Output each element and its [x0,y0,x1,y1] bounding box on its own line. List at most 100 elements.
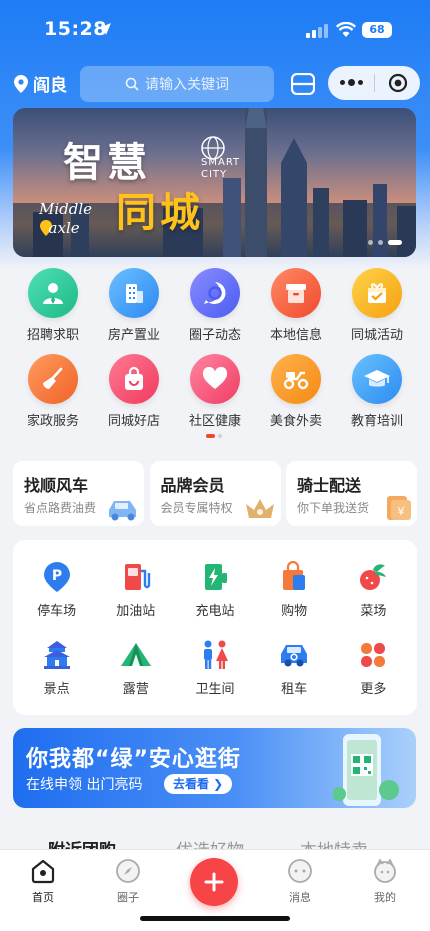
graduation-cap-icon [352,354,402,404]
card-membership[interactable]: 品牌会员 会员专属特权 [149,461,281,526]
rental-car-icon [281,645,308,667]
card-delivery[interactable]: 骑士配送 你下单我送货 ¥ [286,461,417,526]
card-title: 品牌会员 [160,476,225,495]
hero-banner[interactable]: 智慧 同城 SMART CITY Middle axle [13,108,416,257]
grid-item-circle[interactable]: 圈子动态 [175,268,255,354]
battery-indicator: 68 [362,22,392,38]
compass-icon [116,859,140,883]
grid-item-education[interactable]: 教育培训 [337,354,417,440]
close-miniprogram-icon[interactable] [375,73,420,93]
temple-icon [43,641,70,669]
grid-label: 招聘求职 [26,328,79,343]
tab-mine[interactable]: 我的 [355,858,415,905]
service-label: 菜场 [360,604,387,619]
card-title: 找顺风车 [24,476,89,495]
crown-icon [245,499,274,518]
grid-item-localinfo[interactable]: 本地信息 [256,268,336,354]
card-carpool[interactable]: 找顺风车 省点路费油费 [13,461,144,526]
service-car-rental[interactable]: 租车 [258,638,330,697]
grid-label: 美食外卖 [269,414,322,429]
grid-label: 同城活动 [350,328,403,343]
tab-home[interactable]: 首页 [13,858,73,905]
service-camping[interactable]: 露营 [100,638,172,697]
service-gas[interactable]: 加油站 [100,560,172,619]
grid-label: 家政服务 [26,414,79,429]
grid-item-realestate[interactable]: 房产置业 [94,268,174,354]
grid-item-jobs[interactable]: 招聘求职 [13,268,93,354]
shopping-icon [283,561,306,590]
tab-circle[interactable]: 圈子 [98,858,158,905]
service-restroom[interactable]: 卫生间 [179,638,251,697]
grid-label: 圈子动态 [188,328,241,343]
location-arrow-icon [99,23,111,35]
broom-icon [28,354,78,404]
service-shopping[interactable]: 购物 [258,560,330,619]
banner-city-label: CITY [201,169,228,180]
grid-label: 同城好店 [107,414,160,429]
service-parking[interactable]: P 停车场 [21,560,93,619]
service-label: 景点 [43,682,70,697]
gas-station-icon [124,564,150,590]
coupon-icon: ¥ [387,496,411,520]
home-icon [31,859,55,884]
location-pin-icon [14,74,28,93]
tab-messages[interactable]: 消息 [270,858,330,905]
grid-label: 房产置业 [107,328,160,343]
grid-item-housekeeping[interactable]: 家政服务 [13,354,93,440]
grid-item-goodshops[interactable]: 同城好店 [94,354,174,440]
service-more[interactable]: 更多 [337,638,409,697]
grid-label: 本地信息 [269,328,322,343]
svg-text:¥: ¥ [398,505,405,518]
more-options-icon[interactable] [328,79,374,86]
promo-subline: 在线申领 出门亮码 [26,777,143,793]
service-scenic[interactable]: 景点 [21,638,93,697]
shopping-bag-icon [109,354,159,404]
category-grid: 招聘求职 房产置业 圈子动态 本地信息 同城活动 家政服务 同城好店 社区健康 … [13,268,417,440]
charging-station-icon [204,564,227,590]
service-label: 购物 [281,604,308,619]
qr-code-phone-icon [333,734,399,806]
grid-label: 教育培训 [350,414,403,429]
heart-icon [190,354,240,404]
user-face-icon [374,858,396,883]
promo-cards: 找顺风车 省点路费油费 品牌会员 会员专属特权 骑士配送 你下单我送货 ¥ [13,461,417,526]
green-code-banner[interactable]: 你我都“绿”安心逛街 在线申领 出门亮码 去看看 ❯ [13,728,416,808]
promo-go-button[interactable]: 去看看 ❯ [164,774,233,794]
service-label: 加油站 [116,604,156,619]
status-bar: 15:28 68 [0,0,430,58]
card-title: 骑士配送 [297,476,362,495]
search-icon [125,77,139,91]
service-label: 露营 [122,682,149,697]
more-grid-icon [361,643,386,667]
banner-title-line2: 同城 [116,190,204,236]
user-tie-icon [28,268,78,318]
scan-icon[interactable] [291,73,315,95]
banner-smart-label: SMART [201,157,241,168]
search-input[interactable]: 请输入关键词 [80,66,274,102]
gift-icon [352,268,402,318]
scooter-icon [271,354,321,404]
service-market[interactable]: 菜场 [337,560,409,619]
promo-headline: 你我都“绿”安心逛街 [26,747,241,772]
cellular-signal-icon [306,24,328,38]
service-label: 停车场 [37,604,77,619]
publish-button[interactable] [190,858,238,906]
city-name: 阎良 [33,76,67,96]
service-label: 更多 [360,682,387,697]
circle-chat-icon [190,268,240,318]
banner-tag-line2: axle [48,219,80,237]
car-icon [109,501,136,521]
grid-item-food[interactable]: 美食外卖 [256,354,336,440]
grid-item-events[interactable]: 同城活动 [337,268,417,354]
service-label: 充电站 [195,604,235,619]
city-selector[interactable]: 阎良 [14,71,67,96]
svg-text:P: P [51,568,61,584]
banner-pagination [368,240,402,245]
grid-item-health[interactable]: 社区健康 [175,354,255,440]
service-charging[interactable]: 充电站 [179,560,251,619]
toilet-icon [203,640,228,669]
service-label: 租车 [281,682,308,697]
parking-icon: P [43,562,70,592]
top-header: 阎良 请输入关键词 [0,62,430,106]
plus-icon [204,872,224,892]
